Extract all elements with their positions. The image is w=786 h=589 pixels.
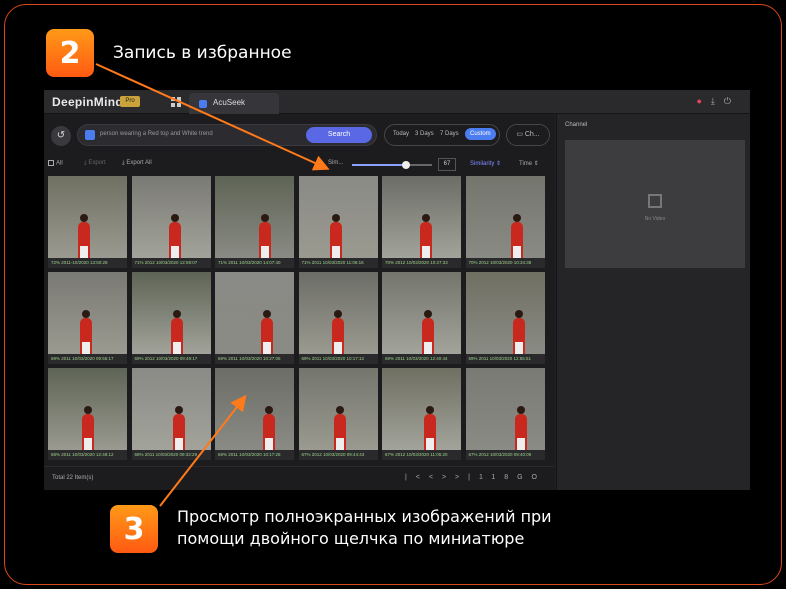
step-2-arrow xyxy=(95,63,330,171)
step-3-text: Просмотр полноэкранных изображений при п… xyxy=(177,506,552,550)
step-3-arrow xyxy=(159,394,247,507)
step-3-badge: 3 xyxy=(110,505,158,553)
step-3-text-line2: помощи двойного щелчка по миниатюре xyxy=(177,529,525,548)
callout-arrows xyxy=(95,63,330,507)
step-3-text-line1: Просмотр полноэкранных изображений при xyxy=(177,507,552,526)
